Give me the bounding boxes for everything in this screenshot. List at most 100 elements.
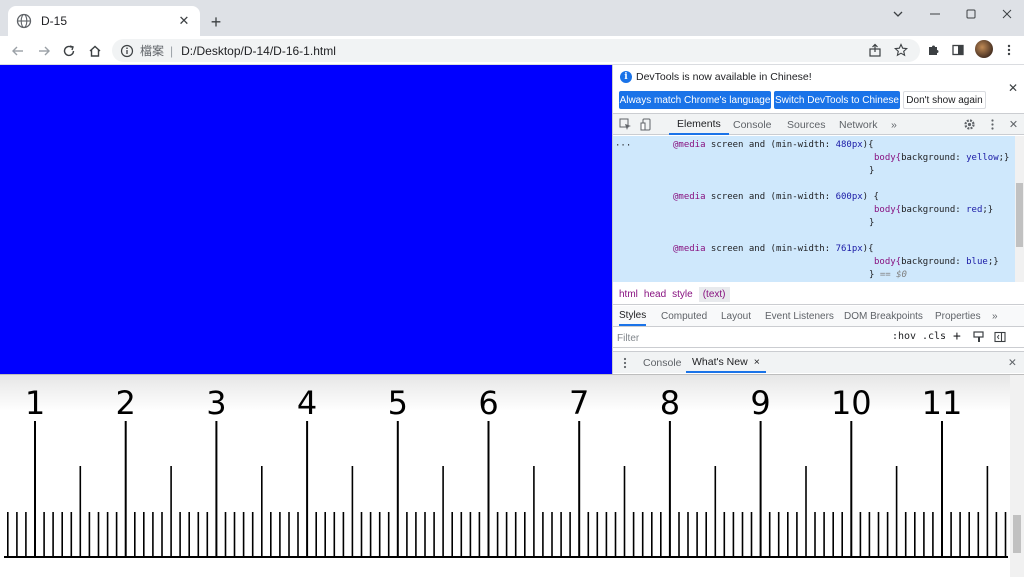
breadcrumb-head[interactable]: head [644, 289, 666, 300]
tab-dom-breakpoints[interactable]: DOM Breakpoints [844, 306, 923, 326]
code-token: yellow [966, 153, 999, 163]
address-bar[interactable]: 檔案 | D:/Desktop/D-14/D-16-1.html [112, 39, 920, 62]
devtools-panel: i DevTools is now available in Chinese! … [612, 65, 1024, 374]
scrollbar-thumb[interactable] [1013, 515, 1021, 553]
code-line: } [869, 218, 875, 228]
ruler-scrollbar[interactable] [1010, 375, 1024, 577]
home-icon[interactable] [84, 40, 106, 62]
code-token: screen and (min-width: [705, 244, 836, 254]
devtools-menu-icon[interactable] [985, 117, 1000, 132]
settings-gear-icon[interactable] [962, 117, 977, 132]
close-drawer-tab-icon[interactable]: × [754, 356, 760, 368]
device-toolbar-icon[interactable] [639, 117, 654, 132]
code-scrollbar[interactable] [1015, 136, 1024, 282]
more-subtabs-icon[interactable]: » [992, 306, 998, 326]
ruler-label: 4 [297, 384, 317, 422]
side-panel-icon[interactable] [950, 42, 966, 58]
reload-icon[interactable] [58, 40, 80, 62]
tab-network[interactable]: Network [839, 114, 878, 135]
code-line: } == $0 [869, 269, 907, 282]
tab-console[interactable]: Console [733, 114, 772, 135]
code-line: @media screen and (min-width: 600px) { [673, 191, 879, 204]
close-devtools-icon[interactable]: ✕ [1006, 117, 1021, 132]
tab-sources[interactable]: Sources [787, 114, 826, 135]
toggle-sidebar-icon[interactable] [994, 331, 1006, 346]
tab-elements[interactable]: Elements [669, 114, 729, 135]
switch-to-chinese-button[interactable]: Switch DevTools to Chinese [774, 91, 900, 109]
close-window-icon[interactable] [989, 0, 1024, 28]
tab-styles[interactable]: Styles [619, 306, 647, 326]
banner-message-row: i DevTools is now available in Chinese! [620, 71, 812, 83]
drawer-menu-icon[interactable] [623, 352, 627, 373]
breadcrumb-style[interactable]: style [672, 289, 693, 300]
code-token: body{ [874, 257, 902, 267]
devtools-main-tabs: Elements Console Sources Network » ✕ [613, 113, 1024, 135]
inspect-element-icon[interactable] [618, 117, 633, 132]
tab-computed[interactable]: Computed [661, 306, 707, 326]
drawer-tab-label: What's New [692, 355, 748, 368]
cls-toggle[interactable]: .cls [922, 331, 946, 342]
bookmark-star-icon[interactable] [894, 43, 908, 57]
page-viewport [0, 65, 612, 374]
ruler-label: 9 [750, 384, 770, 422]
back-icon[interactable] [7, 40, 29, 62]
ruler-scale: 1 2 3 4 5 6 7 8 9 10 11 [4, 384, 1008, 558]
share-icon[interactable] [868, 43, 882, 57]
tab-properties[interactable]: Properties [935, 306, 981, 326]
code-token: ){ [862, 140, 874, 150]
styles-sub-tabs: Styles Computed Layout Event Listeners D… [613, 306, 1024, 327]
info-icon[interactable] [120, 44, 134, 58]
on-screen-ruler[interactable]: 1 2 3 4 5 6 7 8 9 10 11 [0, 374, 1024, 577]
maximize-icon[interactable] [953, 0, 989, 28]
close-drawer-icon[interactable]: ✕ [1008, 352, 1017, 373]
more-tabs-icon[interactable]: » [891, 114, 897, 135]
code-token: @media [673, 140, 706, 150]
code-token: background [901, 153, 956, 163]
browser-tab[interactable]: D-15 ✕ [8, 6, 200, 36]
code-line: @media screen and (min-width: 480px){ [673, 139, 874, 152]
code-line: body{background: yellow;} [874, 152, 1009, 165]
security-label: 檔案 [140, 44, 165, 58]
code-token: background [901, 257, 956, 267]
new-tab-icon[interactable]: + [206, 12, 226, 32]
scrollbar-thumb[interactable] [1016, 183, 1023, 247]
tab-event-listeners[interactable]: Event Listeners [765, 306, 834, 326]
gutter-ellipsis[interactable]: ··· [615, 140, 631, 153]
ruler-label: 11 [922, 384, 963, 422]
close-tab-icon[interactable]: ✕ [176, 13, 192, 29]
paint-brush-icon[interactable] [973, 331, 985, 346]
code-token: 600px [835, 192, 863, 202]
ruler-label: 2 [116, 384, 136, 422]
selected-node-marker: == $0 [874, 270, 907, 280]
tab-layout[interactable]: Layout [721, 306, 751, 326]
code-token: ) { [862, 192, 879, 202]
dont-show-again-button[interactable]: Don't show again [903, 91, 986, 109]
new-style-rule-button[interactable]: + [953, 329, 961, 344]
hov-toggle[interactable]: :hov [892, 331, 916, 342]
breadcrumb-html[interactable]: html [619, 289, 638, 300]
code-token: 480px [835, 140, 863, 150]
drawer-tab-whats-new[interactable]: What's New × [686, 352, 766, 373]
minimize-icon[interactable] [917, 0, 953, 28]
code-token: ;} [998, 153, 1010, 163]
extensions-icon[interactable] [925, 42, 941, 58]
always-match-language-button[interactable]: Always match Chrome's language [619, 91, 771, 109]
code-line: @media screen and (min-width: 761px){ [673, 243, 874, 256]
code-token: @media [673, 192, 706, 202]
forward-icon[interactable] [33, 40, 55, 62]
tab-search-icon[interactable] [880, 0, 916, 28]
filter-input[interactable] [617, 331, 877, 345]
code-token: ;} [987, 257, 999, 267]
profile-avatar[interactable] [975, 40, 993, 58]
info-icon: i [620, 71, 632, 83]
code-token: ;} [982, 205, 994, 215]
ruler-label: 10 [831, 384, 872, 422]
close-banner-icon[interactable]: ✕ [1008, 81, 1018, 95]
menu-kebab-icon[interactable] [1001, 42, 1017, 58]
drawer-tab-console[interactable]: Console [643, 352, 682, 373]
url-text[interactable]: D:/Desktop/D-14/D-16-1.html [181, 44, 336, 58]
elements-source-code[interactable]: ··· @media screen and (min-width: 480px)… [613, 136, 1015, 282]
code-line: body{background: blue;} [874, 256, 999, 269]
breadcrumb-text[interactable]: (text) [698, 287, 730, 302]
code-token: body{ [874, 205, 902, 215]
